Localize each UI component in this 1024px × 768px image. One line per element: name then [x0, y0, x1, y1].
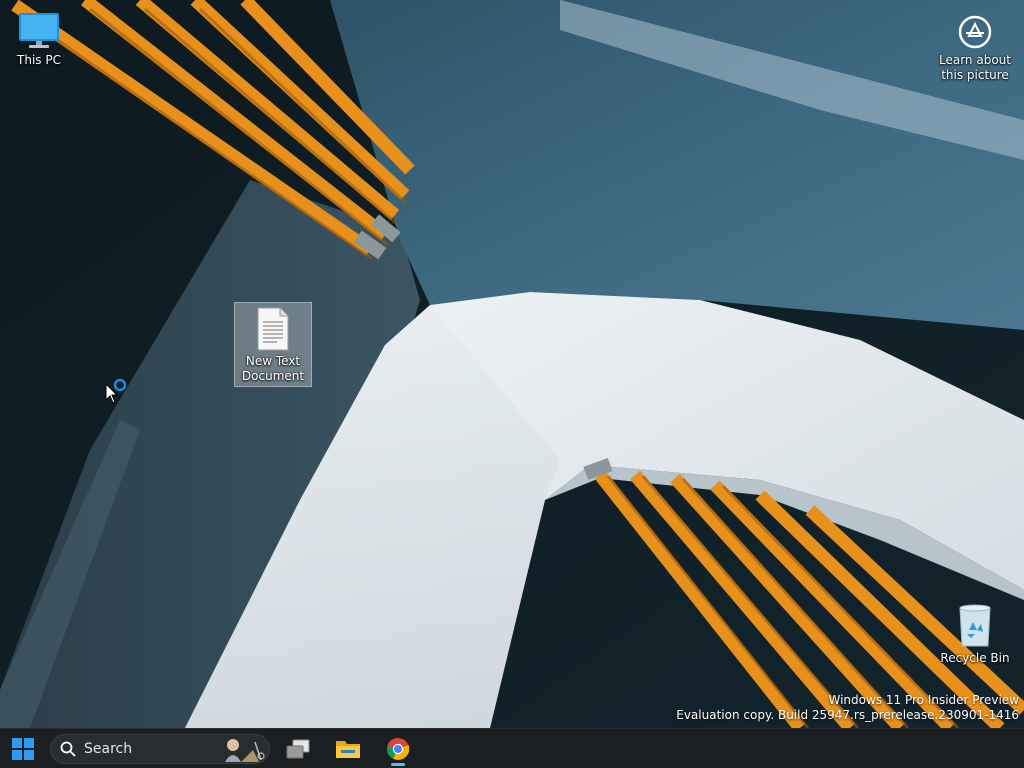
learn-about-picture-icon[interactable]: Learn about this picture: [935, 12, 1015, 92]
new-text-document-icon[interactable]: New Text Document: [234, 302, 312, 387]
chrome-button[interactable]: [378, 732, 418, 766]
windows-logo-icon: [12, 738, 34, 760]
chrome-icon: [386, 737, 410, 760]
search-highlight-illustration-icon: [225, 739, 265, 762]
folder-icon: [336, 741, 360, 758]
search-label: Search: [84, 741, 133, 757]
text-file-icon: [257, 307, 289, 351]
this-pc-label: This PC: [17, 53, 61, 67]
this-pc-desktop-icon[interactable]: This PC: [0, 8, 78, 76]
learn-about-picture-label: Learn about this picture: [939, 53, 1011, 82]
evaluation-watermark: Windows 11 Pro Insider Preview Evaluatio…: [676, 693, 1019, 723]
new-text-document-label: New Text Document: [241, 354, 305, 383]
desktop[interactable]: This PC Learn about this picture New Tex…: [0, 0, 1024, 728]
wallpaper-image: [0, 0, 1024, 728]
task-view-button[interactable]: [278, 732, 318, 766]
task-view-icon: [286, 739, 310, 759]
taskbar: Search: [0, 728, 1024, 768]
watermark-line-2: Evaluation copy. Build 25947.rs_prerelea…: [676, 708, 1019, 722]
camera-aperture-icon: [958, 15, 992, 49]
file-explorer-button[interactable]: [328, 732, 368, 766]
monitor-icon: [19, 13, 59, 48]
trash-bin-icon: [959, 604, 991, 647]
busy-cursor-icon: [105, 378, 127, 404]
taskbar-search-box[interactable]: Search: [50, 734, 270, 764]
recycle-bin-icon[interactable]: Recycle Bin: [936, 602, 1014, 670]
start-button[interactable]: [3, 732, 43, 766]
watermark-line-1: Windows 11 Pro Insider Preview: [828, 693, 1019, 707]
recycle-bin-label: Recycle Bin: [940, 651, 1010, 665]
search-icon: [60, 741, 76, 757]
